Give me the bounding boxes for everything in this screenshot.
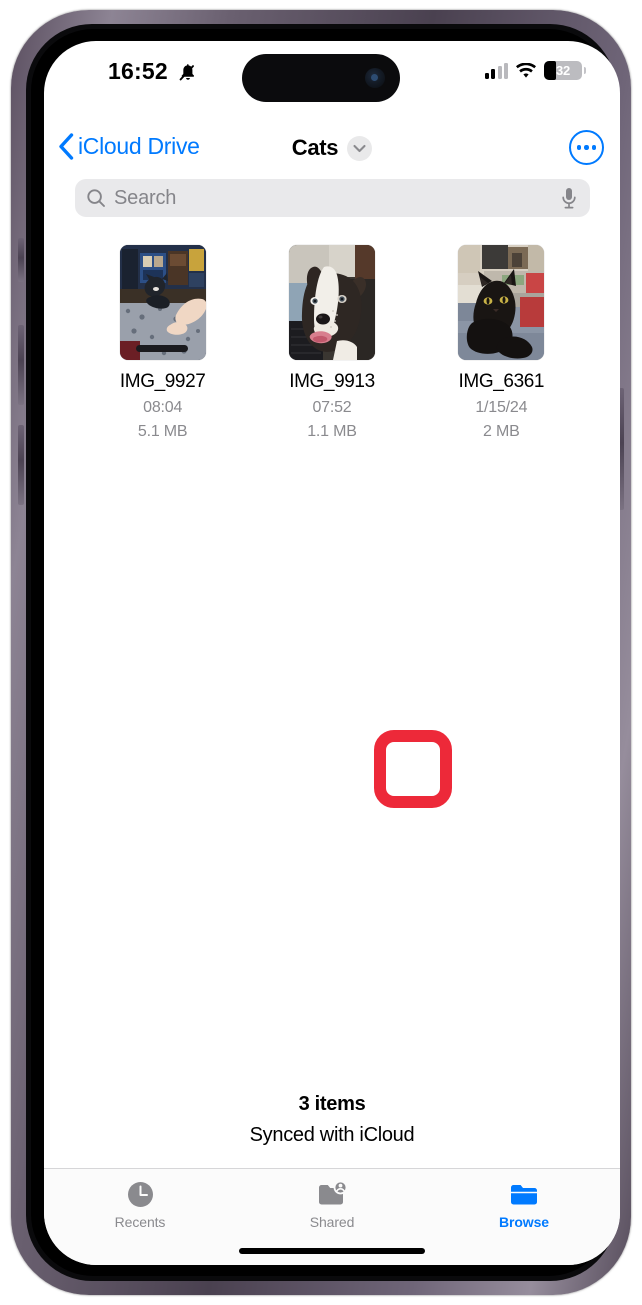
tab-recents[interactable]: Recents xyxy=(44,1169,236,1265)
ellipsis-dot xyxy=(576,145,582,150)
phone-screen: 16:52 32 iCloud Drive Cats Search IMG_99… xyxy=(44,41,620,1265)
file-size: 5.1 MB xyxy=(137,423,188,440)
action-button[interactable] xyxy=(18,238,24,282)
ellipsis-dot xyxy=(591,145,597,150)
dynamic-island xyxy=(242,54,400,102)
folder-summary: 3 items Synced with iCloud xyxy=(44,1093,620,1147)
file-thumbnail[interactable] xyxy=(288,245,375,360)
file-date: 07:52 xyxy=(312,399,352,416)
search-bar[interactable]: Search xyxy=(75,179,590,217)
page-title: Cats xyxy=(291,135,339,160)
file-size: 2 MB xyxy=(483,423,520,440)
battery-icon: 32 xyxy=(544,61,586,80)
nav-title-group: Cats xyxy=(44,135,620,161)
folder-menu-button[interactable] xyxy=(347,135,373,161)
home-indicator[interactable] xyxy=(239,1248,425,1254)
tab-label: Shared xyxy=(309,1214,355,1230)
file-item[interactable]: IMG_9913 07:52 1.1 MB xyxy=(247,245,416,441)
annotation-highlight xyxy=(374,730,452,808)
signal-bars-icon xyxy=(484,62,508,79)
file-item[interactable]: IMG_9927 08:04 5.1 MB xyxy=(78,245,247,441)
volume-up-button[interactable] xyxy=(18,325,24,405)
file-item[interactable]: IMG_6361 1/15/24 2 MB xyxy=(417,245,586,441)
item-count: 3 items xyxy=(298,1093,366,1115)
tab-browse[interactable]: Browse xyxy=(428,1169,620,1265)
front-camera-icon xyxy=(365,68,385,88)
file-grid: IMG_9927 08:04 5.1 MB IMG_9913 07:52 1.1… xyxy=(44,245,620,441)
sync-status: Synced with iCloud xyxy=(249,1124,415,1146)
magnifying-glass-icon xyxy=(87,189,105,207)
microphone-icon[interactable] xyxy=(560,186,578,210)
status-time: 16:52 xyxy=(108,58,168,84)
folder-icon xyxy=(511,1185,537,1205)
chevron-down-icon xyxy=(353,144,366,152)
file-thumbnail[interactable] xyxy=(119,245,206,360)
volume-down-button[interactable] xyxy=(18,425,24,505)
tab-label: Recents xyxy=(114,1214,166,1230)
file-thumbnail[interactable] xyxy=(458,245,545,360)
file-name: IMG_9927 xyxy=(119,371,206,392)
clock-icon xyxy=(127,1182,153,1207)
wifi-icon xyxy=(516,62,536,78)
file-size: 1.1 MB xyxy=(307,423,357,440)
phone-frame: 16:52 32 iCloud Drive Cats Search IMG_99… xyxy=(11,10,631,1295)
bell-slash-icon xyxy=(179,64,195,81)
file-date: 1/15/24 xyxy=(475,399,528,416)
navigation-bar: iCloud Drive Cats xyxy=(44,127,620,179)
status-indicators: 32 xyxy=(484,61,586,80)
tab-label: Browse xyxy=(499,1214,549,1230)
file-date: 08:04 xyxy=(143,399,183,416)
folder-person-icon xyxy=(318,1180,347,1205)
ellipsis-dot xyxy=(584,145,589,150)
file-name: IMG_6361 xyxy=(458,371,545,392)
screenshot-root: 16:52 32 iCloud Drive Cats Search IMG_99… xyxy=(0,0,642,1305)
battery-percent: 32 xyxy=(555,63,571,78)
more-options-button[interactable] xyxy=(569,130,604,165)
file-name: IMG_9913 xyxy=(289,371,375,392)
search-input[interactable]: Search xyxy=(114,187,560,210)
